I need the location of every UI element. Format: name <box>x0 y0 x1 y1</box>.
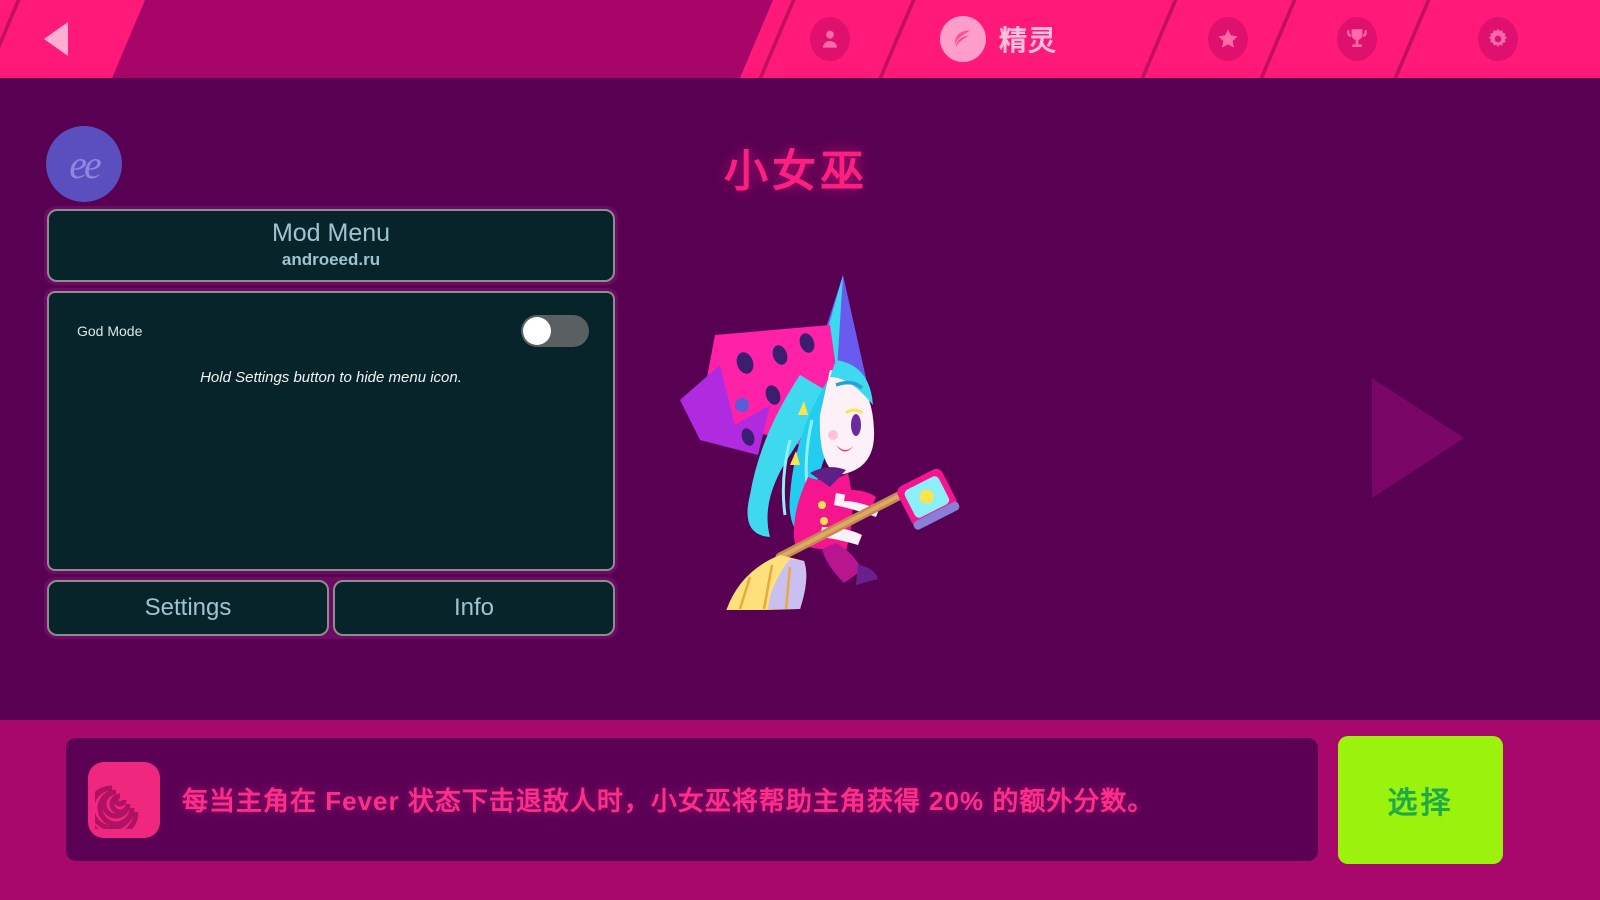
mod-menu-body-frame: God Mode Hold Settings button to hide me… <box>44 287 618 574</box>
mod-menu-footer: Settings Info <box>44 576 618 639</box>
select-button[interactable]: 选择 <box>1338 736 1503 864</box>
star-icon <box>1208 17 1248 61</box>
character-description-text: 每当主角在 Fever 状态下击退敌人时，小女巫将帮助主角获得 20% 的额外分… <box>182 786 1155 816</box>
back-button-panel[interactable] <box>0 0 145 78</box>
character-name-title: 小女巫 <box>724 147 868 196</box>
settings-button[interactable]: Settings <box>47 579 329 636</box>
mod-menu-title: Mod Menu <box>271 219 391 247</box>
trophy-icon <box>1337 17 1377 61</box>
mod-menu-header[interactable]: Mod Menu androeed.ru <box>47 209 615 282</box>
nav-tab-achievements[interactable] <box>1337 0 1390 78</box>
nav-tab-profile[interactable] <box>810 0 863 78</box>
nav-tab-settings[interactable] <box>1478 0 1531 78</box>
back-triangle-icon[interactable] <box>44 22 68 56</box>
god-mode-toggle[interactable] <box>521 314 589 347</box>
mod-menu-body: God Mode Hold Settings button to hide me… <box>47 290 615 571</box>
nav-tab-label: 精灵 <box>999 25 1058 56</box>
character-illustration <box>640 265 970 615</box>
god-mode-label: God Mode <box>77 322 143 339</box>
nav-tab-spirits[interactable]: 精灵 <box>940 0 1057 78</box>
leaf-icon <box>940 16 986 62</box>
spiral-icon <box>88 761 160 838</box>
mod-menu-subtitle: androeed.ru <box>281 249 381 269</box>
app-logo: ee <box>46 126 122 202</box>
character-description-box: 每当主角在 Fever 状态下击退敌人时，小女巫将帮助主角获得 20% 的额外分… <box>66 738 1318 861</box>
person-icon <box>810 17 850 61</box>
mod-menu-hint: Hold Settings button to hide menu icon. <box>200 368 462 386</box>
god-mode-row: God Mode <box>49 293 613 347</box>
mod-menu-panel: Mod Menu androeed.ru God Mode Hold Setti… <box>44 206 618 639</box>
toggle-knob <box>523 316 551 345</box>
gear-icon <box>1478 17 1518 61</box>
nav-tab-collection[interactable] <box>1208 0 1261 78</box>
top-navigation-bar: 精灵 <box>0 0 1600 78</box>
mod-menu-header-frame: Mod Menu androeed.ru <box>44 206 618 285</box>
info-button[interactable]: Info <box>333 579 615 636</box>
next-character-arrow-icon[interactable] <box>1372 378 1464 498</box>
